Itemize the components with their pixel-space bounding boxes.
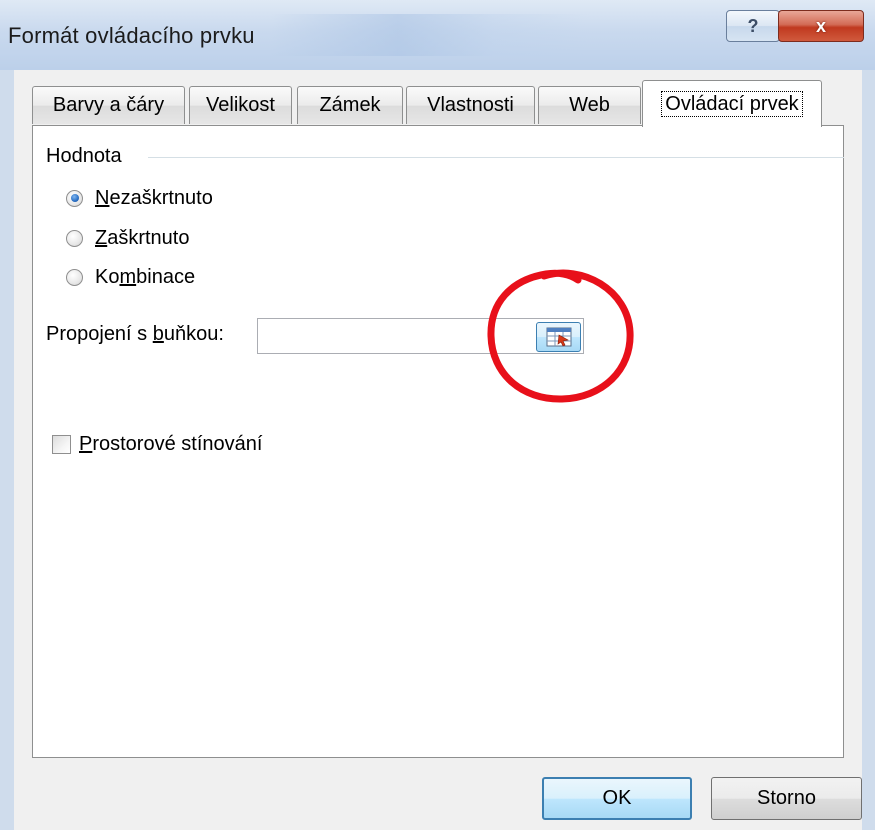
help-icon: ? — [747, 15, 759, 36]
cancel-button[interactable]: Storno — [711, 777, 862, 820]
radio-button[interactable] — [66, 268, 83, 286]
tab-label: Web — [569, 94, 610, 116]
cancel-button-label: Storno — [757, 787, 816, 809]
tab-barvy-a-cary[interactable]: Barvy a čáry — [32, 86, 185, 124]
radio-unchecked-option[interactable]: Nezaškrtnuto — [66, 185, 213, 211]
radio-label: Nezaškrtnuto — [95, 186, 213, 209]
radio-label: Zaškrtnuto — [95, 226, 190, 249]
tab-web[interactable]: Web — [538, 86, 641, 124]
tab-velikost[interactable]: Velikost — [189, 86, 292, 124]
close-button[interactable]: x — [778, 10, 864, 42]
help-button[interactable]: ? — [726, 10, 780, 42]
tab-zamek[interactable]: Zámek — [297, 86, 403, 124]
radio-button[interactable] — [66, 189, 83, 207]
value-group-label: Hodnota — [46, 145, 122, 167]
tab-label: Velikost — [206, 94, 275, 116]
red-annotation-circle — [487, 269, 634, 403]
tab-label: Barvy a čáry — [52, 94, 165, 116]
tab-label: Ovládací prvek — [661, 91, 803, 117]
radio-checked-option[interactable]: Zaškrtnuto — [66, 225, 189, 251]
close-icon: x — [815, 15, 826, 36]
tab-vlastnosti[interactable]: Vlastnosti — [406, 86, 535, 124]
dialog-title: Formát ovládacího prvku — [8, 23, 255, 48]
title-bar[interactable]: Formát ovládacího prvku ? x — [0, 0, 875, 70]
radio-button[interactable] — [66, 229, 83, 247]
3d-shading-label: Prostorové stínování — [79, 432, 263, 455]
tab-label: Vlastnosti — [427, 94, 514, 116]
ok-button-label: OK — [602, 787, 632, 809]
3d-shading-checkbox[interactable] — [52, 434, 71, 454]
tab-label: Zámek — [319, 94, 381, 116]
ok-button[interactable]: OK — [542, 777, 692, 820]
3d-shading-option[interactable]: Prostorové stínování — [52, 430, 262, 458]
radio-label: Kombinace — [95, 265, 196, 288]
title-bar-glass — [270, 14, 590, 56]
cell-link-label: Propojení s buňkou: — [46, 323, 224, 345]
tab-ovladaci-prvek[interactable]: Ovládací prvek — [642, 80, 822, 127]
radio-mixed-option[interactable]: Kombinace — [66, 264, 195, 290]
group-divider — [148, 157, 844, 158]
